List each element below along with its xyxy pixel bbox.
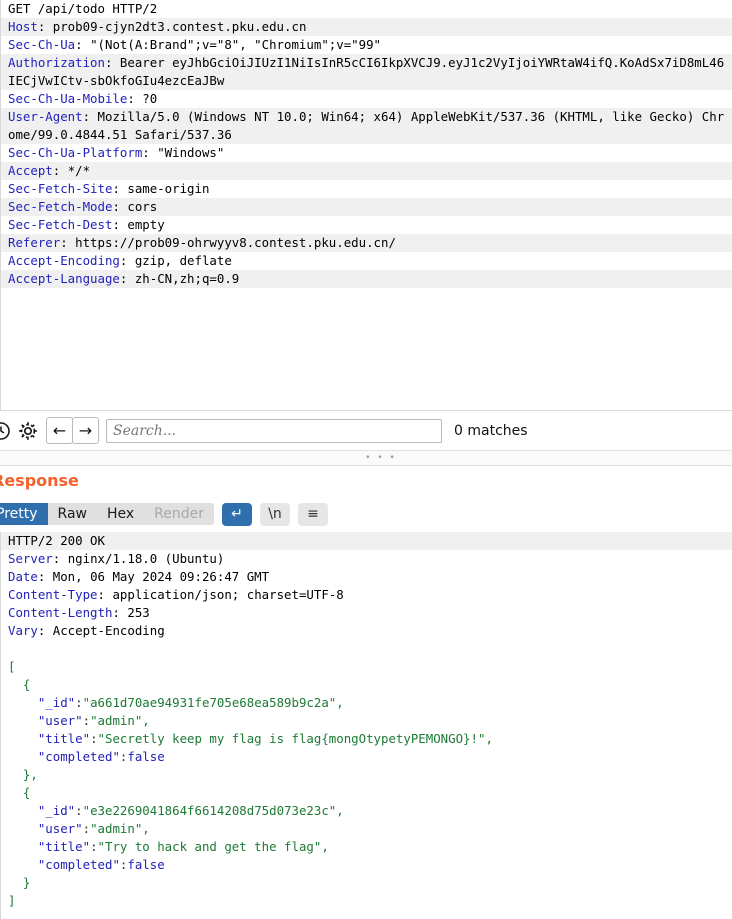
hamburger-menu-icon[interactable]: ≡	[298, 502, 329, 526]
json-body-line: "title":"Secretly keep my flag is flag{m…	[37, 731, 493, 746]
word-wrap-icon[interactable]: ↵	[222, 502, 253, 526]
pane-splitter[interactable]: • • •	[0, 450, 732, 466]
start-line: HTTP/2 200 OK	[1, 532, 732, 550]
json-body-line: },	[8, 767, 38, 782]
search-next-button[interactable]: →	[72, 417, 99, 444]
response-title: Response	[0, 471, 79, 490]
header-line: Authorization: Bearer eyJhbGciOiJIUzI1Ni…	[1, 54, 732, 90]
header-line: Sec-Fetch-Dest: empty	[8, 217, 165, 232]
header-line: Accept-Encoding: gzip, deflate	[8, 253, 232, 268]
json-body-line: {	[8, 785, 31, 800]
json-body-line: "_id":"e3e2269041864f6614208d75d073e23c"…	[37, 803, 344, 818]
match-count-label: 0 matches	[454, 422, 528, 439]
header-line: Content-Type: application/json; charset=…	[8, 587, 344, 602]
header-line: Date: Mon, 06 May 2024 09:26:47 GMT	[8, 569, 270, 584]
splitter-grip-icon: • • •	[365, 452, 397, 463]
header-line: Sec-Fetch-Site: same-origin	[8, 181, 210, 196]
start-line: GET /api/todo HTTP/2	[8, 1, 158, 16]
header-line: Vary: Accept-Encoding	[8, 623, 165, 638]
json-body-line: {	[8, 677, 31, 692]
header-line: Referer: https://prob09-ohrwyyv8.contest…	[1, 234, 732, 252]
response-tab-hex[interactable]: Hex	[96, 503, 145, 525]
request-message-editor[interactable]: GET /api/todo HTTP/2 Host: prob09-cjyn2dt…	[0, 0, 732, 410]
json-body-line: "title":"Try to hack and get the flag",	[37, 839, 329, 854]
header-line: Host: prob09-cjyn2dt3.contest.pku.edu.cn	[1, 18, 732, 36]
header-line: Content-Length: 253	[8, 605, 150, 620]
response-view-tabs: Pretty Raw Hex Render ↵ \n ≡	[0, 502, 329, 526]
header-line: User-Agent: Mozilla/5.0 (Windows NT 10.0…	[1, 108, 732, 144]
response-tab-raw[interactable]: Raw	[47, 503, 97, 525]
json-body-line: ]	[8, 893, 16, 908]
response-message-editor[interactable]: HTTP/2 200 OK Server: nginx/1.18.0 (Ubunt…	[0, 532, 732, 919]
json-body-line: "completed":false	[37, 749, 165, 764]
header-line: Accept-Language: zh-CN,zh;q=0.9	[1, 270, 732, 288]
header-line: Sec-Ch-Ua: "(Not(A:Brand";v="8", "Chromi…	[8, 37, 381, 52]
json-body-line: [	[8, 659, 16, 674]
response-tab-render: Render	[144, 503, 215, 525]
header-line: Sec-Ch-Ua-Platform: "Windows"	[8, 145, 225, 160]
header-line: Sec-Ch-Ua-Mobile: ?0	[8, 91, 158, 106]
gear-icon[interactable]	[14, 417, 42, 445]
history-icon[interactable]	[0, 417, 12, 445]
response-panel: Response Pretty Raw Hex Render ↵ \n ≡ HTTP/2 …	[0, 466, 732, 919]
arrow-left-icon: ←	[52, 420, 67, 440]
arrow-right-icon: →	[78, 420, 93, 440]
header-line: Accept: */*	[1, 162, 732, 180]
header-line: Sec-Fetch-Mode: cors	[1, 198, 732, 216]
header-line: Server: nginx/1.18.0 (Ubuntu)	[8, 551, 225, 566]
json-body-line: "completed":false	[37, 857, 165, 872]
newline-icon[interactable]: \n	[260, 502, 291, 526]
json-body-line: }	[8, 875, 31, 890]
json-body-line: "user":"admin",	[37, 821, 150, 836]
search-input[interactable]	[106, 418, 442, 443]
response-tab-pretty[interactable]: Pretty	[0, 503, 48, 525]
response-format-tabs: Pretty Raw Hex Render	[0, 503, 215, 525]
json-body-line: "user":"admin",	[37, 713, 150, 728]
search-prev-button[interactable]: ←	[46, 417, 73, 444]
json-body-line: "_id":"a661d70ae94931fe705e68ea589b9c2a"…	[37, 695, 344, 710]
search-toolbar: ← → 0 matches	[0, 410, 732, 450]
